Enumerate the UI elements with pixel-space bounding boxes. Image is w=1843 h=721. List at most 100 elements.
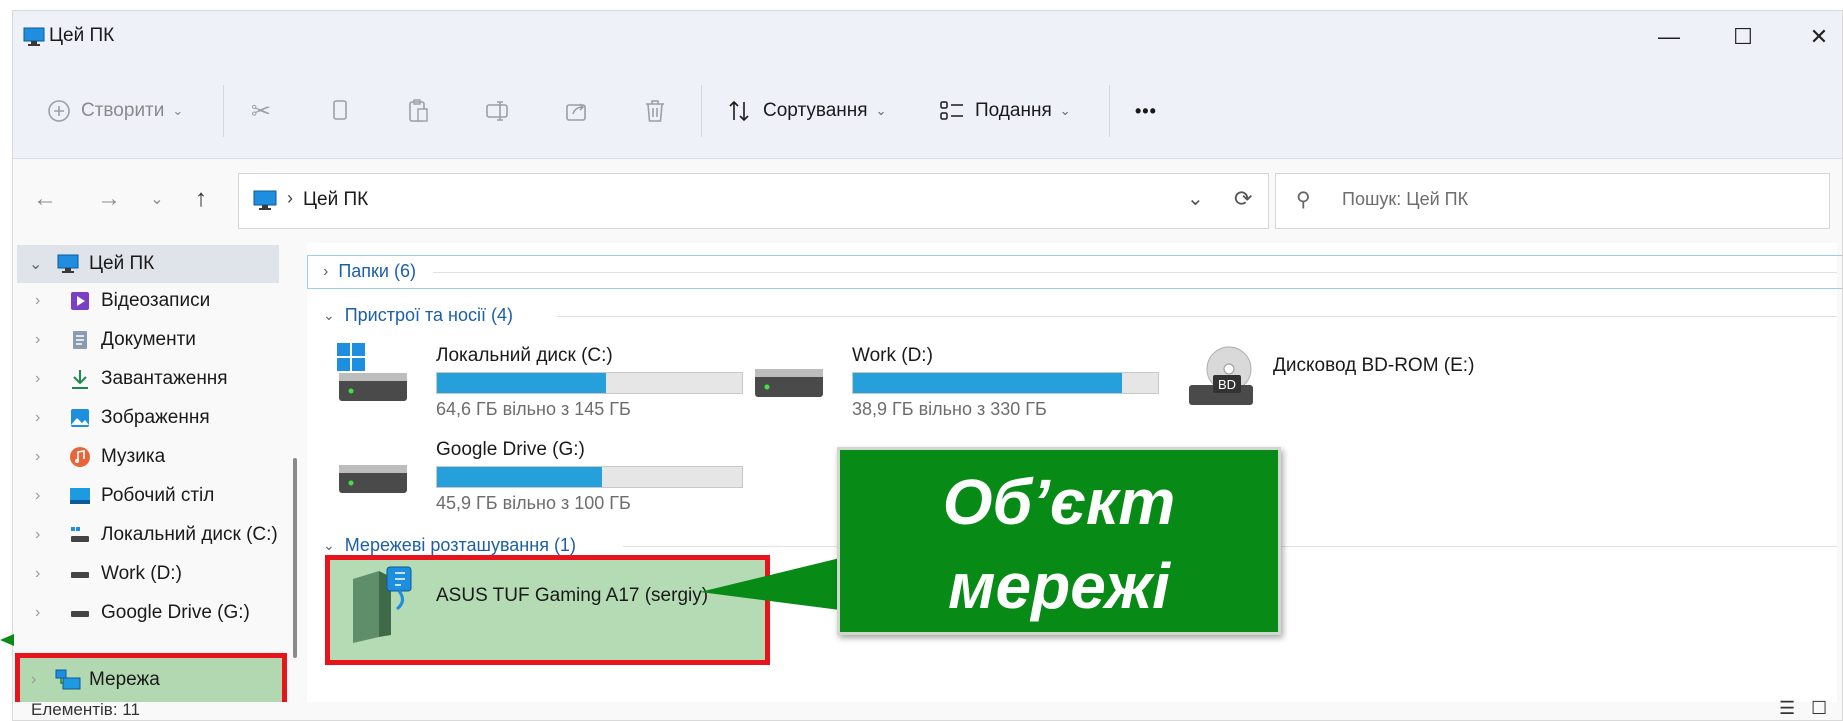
chevron-right-icon: › bbox=[35, 409, 41, 426]
arrow-left-icon: ← bbox=[33, 185, 57, 212]
scrollbar-thumb[interactable] bbox=[293, 458, 297, 658]
network-item-asus[interactable]: ASUS TUF Gaming A17 (sergiy) bbox=[337, 565, 757, 655]
network-computer-icon bbox=[353, 566, 412, 643]
this-pc-icon bbox=[253, 190, 277, 210]
up-button[interactable]: ↑ bbox=[185, 179, 217, 219]
drive-usage-fill bbox=[437, 373, 607, 393]
callout-line-2: мережі bbox=[948, 550, 1170, 622]
sidebar-item-label: Відеозаписи bbox=[101, 290, 211, 311]
tiles-view-icon[interactable]: ☐ bbox=[1811, 698, 1827, 719]
address-bar[interactable]: › Цей ПК ⌄ ⟳ bbox=[238, 173, 1269, 229]
sidebar-item-downloads[interactable]: › Завантаження bbox=[13, 360, 283, 398]
sidebar-item-network[interactable]: › Мережа bbox=[13, 661, 283, 699]
sidebar-item-label: Зображення bbox=[101, 407, 210, 428]
breadcrumb-this-pc[interactable]: Цей ПК bbox=[303, 189, 368, 211]
drive-item-e[interactable]: BD Дисковод BD-ROM (E:) bbox=[1187, 343, 1507, 423]
share-icon bbox=[566, 103, 586, 121]
network-item-name: ASUS TUF Gaming A17 (sergiy) bbox=[436, 585, 709, 606]
back-button[interactable]: ← bbox=[29, 179, 61, 219]
svg-text:BD: BD bbox=[1218, 377, 1236, 392]
group-header-network[interactable]: ⌄ Мережеві розташування (1) bbox=[323, 535, 576, 556]
desktop-icon bbox=[70, 488, 90, 504]
close-button[interactable]: ✕ bbox=[1783, 11, 1842, 63]
arrow-right-icon: → bbox=[97, 185, 121, 212]
drive-item-g[interactable]: Google Drive (G:) 45,9 ГБ вільно з 100 Г… bbox=[337, 439, 743, 519]
paste-button[interactable] bbox=[407, 63, 431, 159]
group-divider bbox=[557, 316, 1837, 317]
rename-icon bbox=[486, 101, 508, 121]
sidebar-item-pictures[interactable]: › Зображення bbox=[13, 399, 283, 437]
drive-name: Google Drive (G:) bbox=[436, 439, 585, 460]
sidebar-scrollbar[interactable] bbox=[289, 243, 299, 663]
minimize-button[interactable]: — bbox=[1633, 11, 1705, 63]
more-options-button[interactable]: ••• bbox=[1135, 63, 1157, 159]
chevron-right-icon: › bbox=[35, 526, 41, 543]
drive-icon bbox=[71, 527, 89, 542]
forward-button[interactable]: → bbox=[93, 179, 125, 219]
toolbar-divider bbox=[1109, 85, 1110, 137]
status-bar: Елементів: 11 ☰ ☐ bbox=[13, 698, 1842, 720]
refresh-icon[interactable]: ⟳ bbox=[1234, 186, 1252, 212]
delete-button[interactable] bbox=[643, 63, 667, 159]
cut-button[interactable]: ✂ bbox=[251, 63, 271, 159]
videos-icon bbox=[71, 292, 89, 310]
chevron-down-icon: ⌄ bbox=[323, 307, 335, 323]
sidebar-item-work-d[interactable]: › Work (D:) bbox=[13, 555, 283, 593]
arrow-up-icon: ↑ bbox=[195, 185, 207, 212]
new-label: Створити bbox=[81, 100, 165, 121]
chevron-right-icon: › bbox=[35, 604, 41, 621]
group-title: Мережеві розташування (1) bbox=[344, 535, 576, 555]
chevron-right-icon: › bbox=[35, 292, 41, 309]
sidebar-item-label: Завантаження bbox=[101, 368, 228, 389]
group-divider bbox=[433, 272, 1837, 273]
navigation-pane: ⌄ Цей ПК › Відеозаписи › Документи › Зав… bbox=[13, 243, 295, 709]
view-label: Подання bbox=[975, 100, 1052, 121]
sort-button[interactable]: Сортування ⌄ bbox=[727, 63, 886, 159]
group-header-devices[interactable]: ⌄ Пристрої та носії (4) bbox=[323, 305, 513, 326]
more-icon: ••• bbox=[1135, 100, 1157, 121]
sidebar-item-label: Документи bbox=[101, 329, 196, 350]
copy-button[interactable] bbox=[329, 63, 351, 159]
chevron-down-icon: ⌄ bbox=[150, 191, 164, 208]
drive-icon bbox=[71, 572, 89, 578]
drive-item-c[interactable]: Локальний диск (C:) 64,6 ГБ вільно з 145… bbox=[337, 343, 743, 423]
chevron-right-icon: › bbox=[35, 487, 41, 504]
sidebar-item-label: Work (D:) bbox=[101, 563, 182, 584]
view-button[interactable]: Подання ⌄ bbox=[939, 63, 1071, 159]
callout-network-object: Об’єкт мережі bbox=[837, 447, 1281, 635]
maximize-icon: ☐ bbox=[1733, 24, 1753, 49]
sidebar-item-documents[interactable]: › Документи bbox=[13, 321, 283, 359]
sidebar-item-label: Робочий стіл bbox=[101, 485, 215, 506]
view-icon bbox=[940, 101, 963, 120]
share-button[interactable] bbox=[565, 63, 589, 159]
sidebar-item-this-pc[interactable]: ⌄ Цей ПК bbox=[17, 245, 279, 283]
recent-locations-button[interactable]: ⌄ bbox=[145, 179, 169, 219]
chevron-right-icon: › bbox=[35, 331, 41, 348]
navigation-bar: ← → ⌄ ↑ › Цей ПК ⌄ ⟳ ⚲ Пошук: Цей ПК bbox=[13, 159, 1842, 241]
sidebar-item-music[interactable]: › Музика bbox=[13, 438, 283, 476]
chevron-right-icon: › bbox=[31, 671, 37, 688]
rename-button[interactable] bbox=[485, 63, 511, 159]
chevron-right-icon: › bbox=[323, 262, 329, 280]
drive-free-space: 64,6 ГБ вільно з 145 ГБ bbox=[436, 399, 631, 419]
drive-icon bbox=[755, 369, 823, 397]
item-count: Елементів: 11 bbox=[31, 700, 140, 719]
toolbar-divider bbox=[701, 85, 702, 137]
drive-item-d[interactable]: Work (D:) 38,9 ГБ вільно з 330 ГБ bbox=[753, 343, 1159, 423]
group-header-folders[interactable]: › Папки (6) bbox=[323, 261, 416, 282]
address-history-chevron-icon[interactable]: ⌄ bbox=[1187, 186, 1204, 211]
copy-icon bbox=[333, 100, 347, 120]
drive-icon bbox=[339, 465, 407, 493]
search-input[interactable]: ⚲ Пошук: Цей ПК bbox=[1275, 173, 1830, 229]
maximize-button[interactable]: ☐ bbox=[1707, 11, 1779, 63]
minimize-icon: — bbox=[1658, 24, 1680, 49]
sidebar-item-label: Музика bbox=[101, 446, 166, 467]
new-button[interactable]: Створити ⌄ bbox=[47, 63, 183, 159]
sidebar-item-desktop[interactable]: › Робочий стіл bbox=[13, 477, 283, 515]
chevron-right-icon: › bbox=[35, 370, 41, 387]
search-placeholder: Пошук: Цей ПК bbox=[1342, 189, 1469, 209]
details-view-icon[interactable]: ☰ bbox=[1779, 698, 1795, 719]
sidebar-item-local-disk-c[interactable]: › Локальний диск (C:) bbox=[13, 516, 283, 554]
sidebar-item-google-drive-g[interactable]: › Google Drive (G:) bbox=[13, 594, 283, 632]
sidebar-item-videos[interactable]: › Відеозаписи bbox=[13, 282, 283, 320]
